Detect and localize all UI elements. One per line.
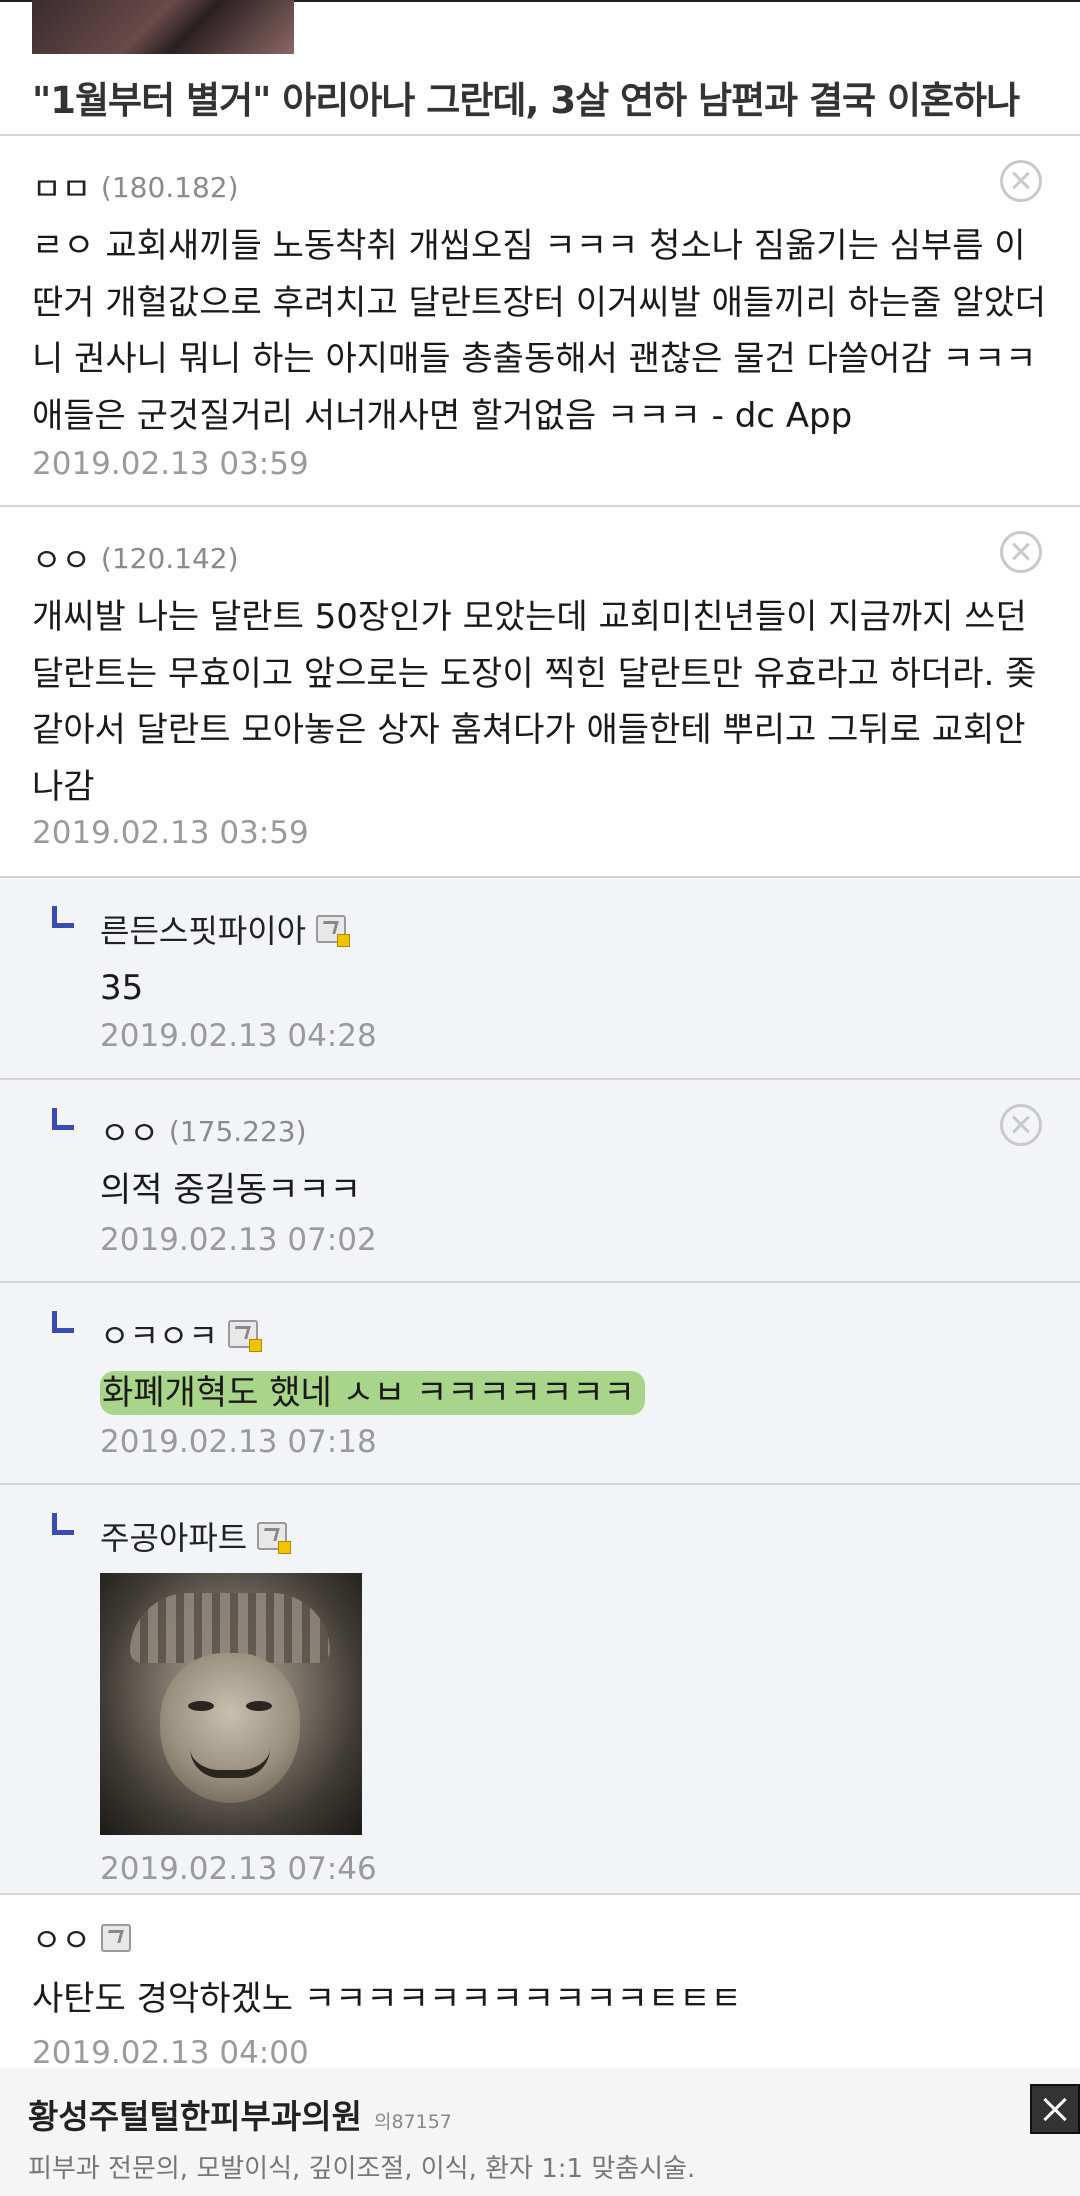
reply-text: 화폐개혁도 했네 ㅅㅂ ㅋㅋㅋㅋㅋㅋㅋ [100, 1365, 1040, 1422]
comment-date: 2019.02.13 03:59 [32, 446, 309, 482]
reply-text: 35 [100, 968, 144, 1008]
comment-author[interactable]: ㅇㅇ [32, 1915, 91, 1961]
comment-date: 2019.02.13 03:59 [32, 815, 309, 851]
reply-item: 주공아파트 2019.02.13 07:46 [0, 1485, 1080, 1895]
ad-banner[interactable]: 황성주털털한피부과의원 의87157 피부과 전문의, 모발이식, 깊이조절, 이… [0, 2068, 1080, 2196]
fixed-nick-icon [100, 1924, 131, 1952]
comment-author-line: ㅇㅇ (120.142) [32, 535, 239, 581]
reply-date: 2019.02.13 07:18 [100, 1424, 377, 1460]
reply-author-line: 른든스핏파이아 [100, 906, 351, 952]
comment-ip: (120.142) [100, 541, 239, 575]
comment-ip: (180.182) [100, 170, 239, 204]
reply-date: 2019.02.13 04:28 [100, 1018, 377, 1054]
reply-ip: (175.223) [168, 1114, 307, 1148]
comment-date: 2019.02.13 04:00 [32, 2035, 309, 2071]
reply-arrow-icon [52, 1311, 74, 1333]
fixed-nick-icon [316, 915, 351, 947]
reply-author[interactable]: ㅇㅇ [100, 1108, 159, 1154]
ad-license: 의87157 [373, 2111, 452, 2133]
ad-description: 피부과 전문의, 모발이식, 깊이조절, 이식, 환자 1:1 맞춤시술. [28, 2154, 696, 2184]
mask-face [160, 1653, 300, 1803]
article-title[interactable]: "1월부터 별거" 아리아나 그란데, 3살 연하 남편과 결국 이혼하나 [32, 70, 1020, 124]
reply-item: 른든스핏파이아 35 2019.02.13 04:28 [0, 878, 1080, 1080]
article-header[interactable]: "1월부터 별거" 아리아나 그란데, 3살 연하 남편과 결국 이혼하나 [0, 0, 1080, 136]
dccon-image[interactable] [100, 1573, 362, 1835]
mask-smile [190, 1748, 270, 1778]
reply-date: 2019.02.13 07:46 [100, 1851, 377, 1887]
delete-comment-icon[interactable] [1000, 1104, 1042, 1146]
comment-author[interactable]: ㅇㅇ [32, 535, 91, 581]
comment-author-line: ㅇㅇ [32, 1915, 131, 1961]
mask-eye [246, 1701, 272, 1711]
reply-arrow-icon [52, 906, 74, 928]
highlighted-text: 화폐개혁도 했네 ㅅㅂ ㅋㅋㅋㅋㅋㅋㅋ [100, 1371, 645, 1415]
reply-item: ㅇㅇ (175.223) 의적 중길동ㅋㅋㅋ 2019.02.13 07:02 [0, 1080, 1080, 1283]
comment-item: ㅇㅇ 사탄도 경악하겠노 ㅋㅋㅋㅋㅋㅋㅋㅋㅋㅋㅋㅌㅌㅌ 2019.02.13 0… [0, 1895, 1080, 2075]
reply-author-line: ㅇㅇ (175.223) [100, 1108, 307, 1154]
comment-item: ㅇㅇ (120.142) 개씨발 나는 달란트 50장인가 모았는데 교회미친년… [0, 507, 1080, 878]
reply-author[interactable]: ㅇㅋㅇㅋ [100, 1311, 218, 1357]
reply-author-line: 주공아파트 [100, 1513, 292, 1559]
ad-title[interactable]: 황성주털털한피부과의원 의87157 [28, 2090, 452, 2138]
comment-author[interactable]: ㅁㅁ [32, 164, 91, 210]
reply-arrow-icon [52, 1513, 74, 1535]
ad-title-text: 황성주털털한피부과의원 [28, 2097, 362, 2136]
comment-text: ㄹㅇ 교회새끼들 노동착취 개씹오짐 ㅋㅋㅋ 청소나 짐옮기는 심부름 이딴거 … [32, 226, 1047, 436]
reply-item: ㅇㅋㅇㅋ 화폐개혁도 했네 ㅅㅂ ㅋㅋㅋㅋㅋㅋㅋ 2019.02.13 07:1… [0, 1283, 1080, 1485]
delete-comment-icon[interactable] [1000, 160, 1042, 202]
comment-text: 개씨발 나는 달란트 50장인가 모았는데 교회미친년들이 지금까지 쓰던 달란… [32, 597, 1037, 807]
comment-text: 사탄도 경악하겠노 ㅋㅋㅋㅋㅋㅋㅋㅋㅋㅋㅋㅌㅌㅌ [32, 1979, 742, 2019]
article-thumbnail[interactable] [32, 0, 294, 54]
reply-date: 2019.02.13 07:02 [100, 1222, 377, 1258]
fixed-nick-icon [227, 1320, 262, 1352]
comment-author-line: ㅁㅁ (180.182) [32, 164, 239, 210]
reply-author[interactable]: 주공아파트 [100, 1513, 247, 1559]
reply-text: 의적 중길동ㅋㅋㅋ [100, 1170, 362, 1210]
ad-close-icon[interactable] [1030, 2084, 1080, 2134]
mask-eye [188, 1701, 214, 1711]
comment-item: ㅁㅁ (180.182) ㄹㅇ 교회새끼들 노동착취 개씹오짐 ㅋㅋㅋ 청소나 … [0, 136, 1080, 507]
fixed-nick-icon [257, 1522, 292, 1554]
reply-arrow-icon [52, 1108, 74, 1130]
reply-author-line: ㅇㅋㅇㅋ [100, 1311, 262, 1357]
delete-comment-icon[interactable] [1000, 531, 1042, 573]
reply-author[interactable]: 른든스핏파이아 [100, 906, 306, 952]
